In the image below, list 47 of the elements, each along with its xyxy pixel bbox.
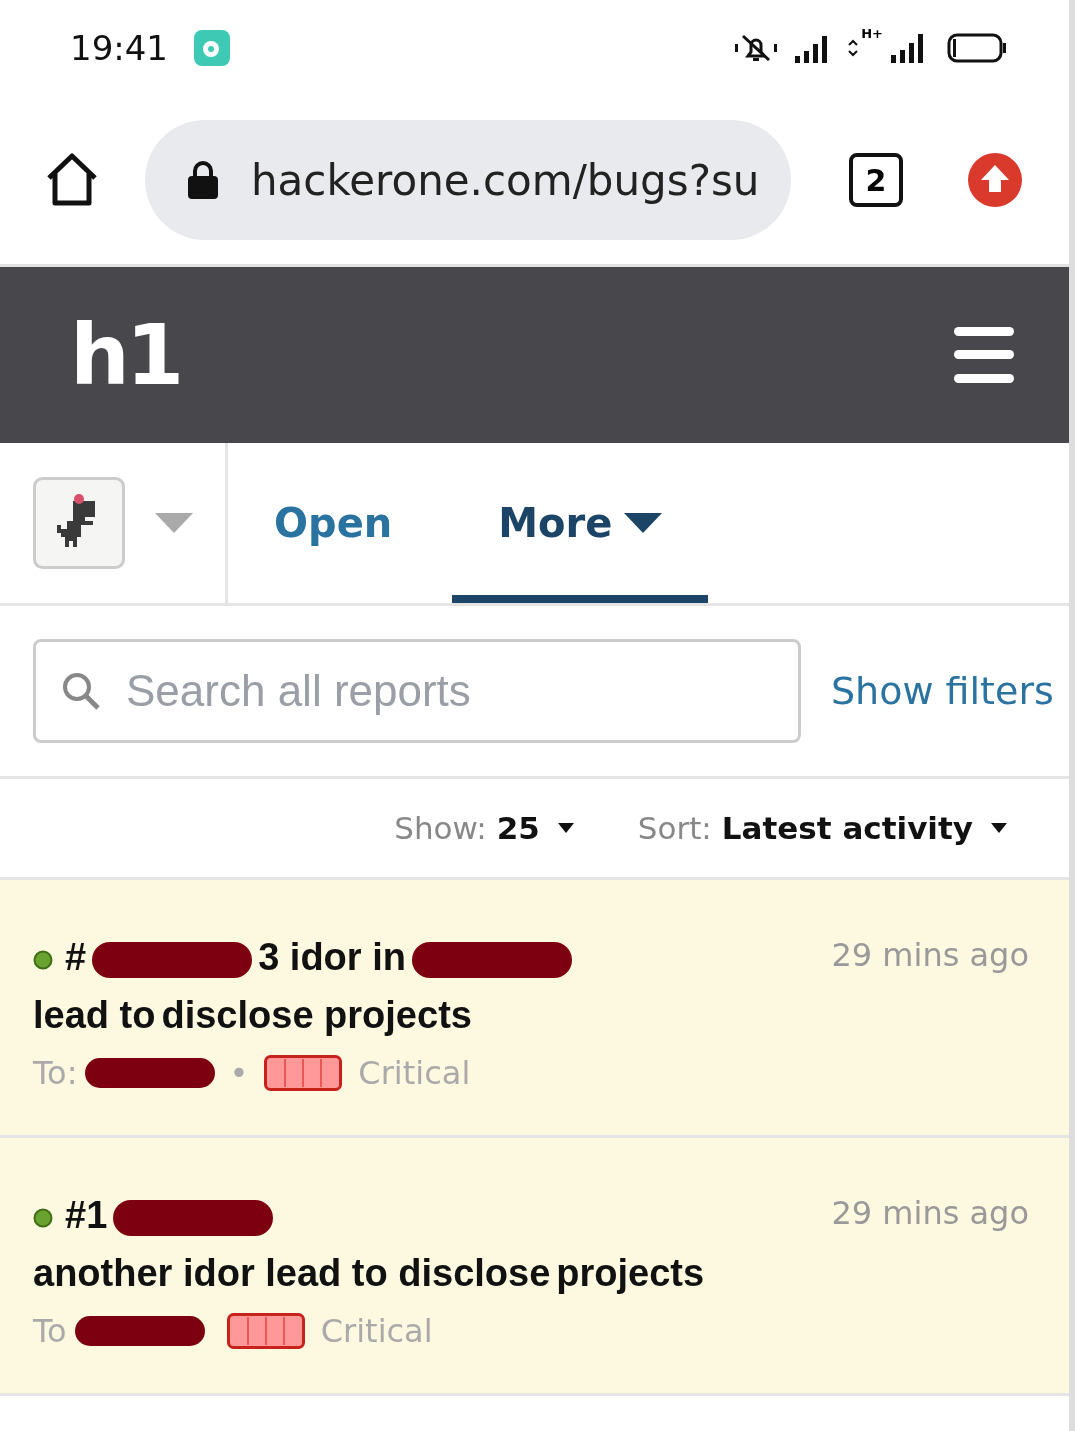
caret-icon (624, 513, 663, 533)
url-text: hackerone.com/bugs?su (251, 155, 760, 205)
show-label: Show: (394, 810, 487, 846)
show-value: 25 (496, 810, 540, 846)
recipient-text: To (33, 1312, 67, 1350)
severity-label: Critical (320, 1312, 433, 1350)
report-item[interactable]: # 3 idor in lead to disclose projects 29 mins ago To: • Critical (0, 880, 1069, 1138)
search-field[interactable]: Search all reports (33, 639, 801, 743)
battery-icon (947, 32, 1007, 64)
severity-icon (264, 1055, 343, 1091)
avatar-dino-icon[interactable] (33, 477, 125, 569)
nav-tab[interactable]: More (452, 443, 709, 603)
show-filters-link[interactable]: Show filters (831, 669, 1054, 713)
report-title-text: # (65, 936, 87, 978)
search-icon (61, 671, 101, 711)
show-count-dropdown[interactable]: Show: 25 (394, 810, 574, 846)
sort-label: Sort: (637, 810, 712, 846)
status-dot-icon (33, 1207, 53, 1228)
caret-icon (991, 823, 1007, 833)
recipient-text: • (229, 1054, 249, 1092)
network-type: H+ (861, 26, 883, 41)
report-title-text: disclose projects (161, 994, 472, 1036)
severity-icon (226, 1313, 305, 1349)
report-item[interactable]: #1 another idor lead to disclose projects 29 mins ago To Critical (0, 1138, 1069, 1396)
sort-dropdown[interactable]: Sort: Latest activity (637, 810, 1007, 846)
recipient-text: To: (33, 1054, 78, 1092)
status-dot-icon (33, 949, 53, 970)
lock-icon (187, 160, 219, 200)
status-time: 19:41 (70, 28, 168, 68)
muted-bell-icon (733, 32, 780, 64)
sort-value: Latest activity (721, 810, 973, 846)
report-title-text: lead to (33, 994, 156, 1036)
report-time: 29 mins ago (831, 1193, 1029, 1232)
severity-label: Critical (358, 1054, 471, 1092)
app-notification-icon (194, 30, 230, 66)
tab-count-button[interactable]: 2 (849, 153, 903, 207)
report-title-text: projects (556, 1252, 705, 1294)
report-time: 29 mins ago (831, 935, 1029, 974)
report-title-text: another idor lead to disclose (33, 1252, 551, 1294)
report-title-text: #1 (65, 1194, 108, 1236)
caret-icon (557, 823, 574, 833)
address-bar[interactable]: hackerone.com/bugs?su (145, 120, 791, 240)
data-arrows-icon (847, 38, 860, 58)
nav-tab[interactable]: Open (274, 443, 439, 603)
menu-icon[interactable] (953, 324, 1015, 386)
report-title-text: 3 idor in (258, 936, 406, 978)
site-logo[interactable]: h1 (70, 306, 181, 404)
